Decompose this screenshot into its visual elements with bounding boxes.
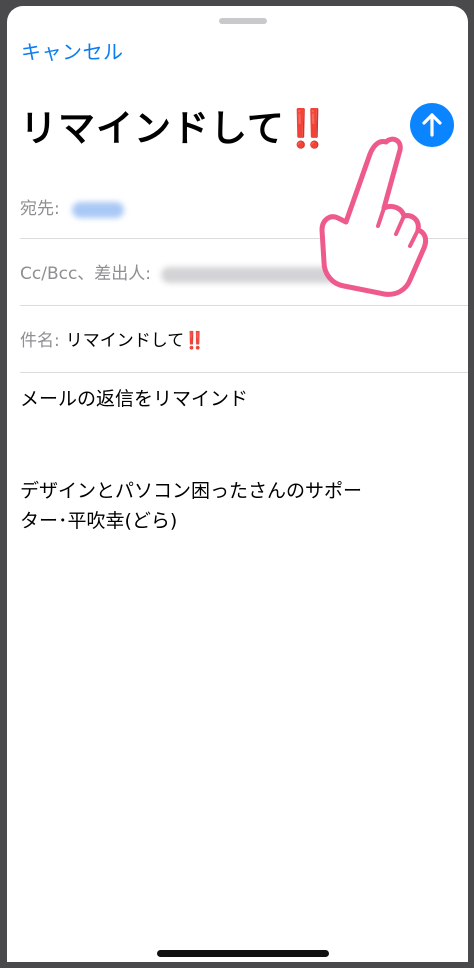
sheet-grabber[interactable]	[219, 18, 267, 24]
subject-field[interactable]: 件名: リマインドして‼️	[20, 306, 468, 373]
message-body[interactable]: メールの返信をリマインド デザインとパソコン困ったさんのサポー ター･平吹幸(ど…	[20, 384, 460, 536]
compose-title-text: リマインドして	[20, 107, 285, 150]
device-frame: キャンセル リマインドして‼️ 宛先: Cc/Bcc、差出人: 件名: リマインド…	[0, 0, 474, 968]
cancel-button[interactable]: キャンセル	[21, 36, 124, 65]
pointing-hand-icon	[319, 136, 429, 297]
body-line: メールの返信をリマインド	[20, 388, 249, 410]
cc-bcc-label: Cc/Bcc、差出人:	[20, 264, 152, 284]
subject-label: 件名:	[20, 331, 60, 351]
subject-double-exclamation-icon: ‼️	[184, 331, 206, 351]
subject-value: リマインドして‼️	[66, 331, 206, 351]
home-indicator[interactable]	[157, 950, 329, 957]
subject-value-text: リマインドして	[65, 331, 185, 351]
recipient-redacted	[71, 201, 124, 218]
to-label: 宛先:	[20, 199, 60, 219]
body-line: ター･平吹幸(どら)	[20, 510, 178, 532]
body-line: デザインとパソコン困ったさんのサポー	[20, 480, 363, 502]
compose-title: リマインドして‼️	[20, 98, 332, 152]
